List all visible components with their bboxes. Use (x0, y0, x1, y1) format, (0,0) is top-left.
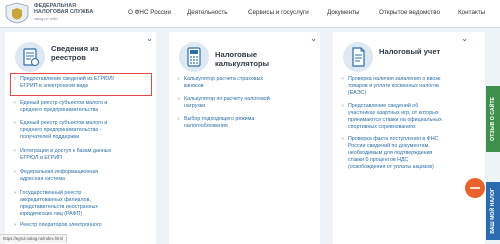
list-item[interactable]: › Интеграция и доступ к базам данных ЕГР… (14, 148, 111, 162)
item-line: среднего предпринимательства - (20, 126, 102, 133)
chevron-down-icon[interactable]: ⌄ (461, 34, 468, 43)
item-line: Реестр операторов электронного (20, 222, 102, 228)
feedback-tab-label: ОТЗЫВ О САЙТЕ (490, 97, 496, 141)
logo-title[interactable]: ФЕДЕРАЛЬНАЯ НАЛОГОВАЯ СЛУЖБА (34, 3, 124, 15)
list-item[interactable]: › Калькулятор расчета страховых взносов (178, 76, 263, 90)
item-line: Единый реестр субъектов малого и (20, 100, 108, 106)
item-line: Проверка наличия заявления о ввозе (348, 76, 441, 82)
arrow-icon: › (14, 120, 16, 126)
item-line: спортивных соревнованиях (348, 123, 416, 130)
card-title-line-1: Сведения из (51, 44, 99, 53)
card-title-line-2: реестров (51, 53, 86, 62)
item-line: необходимым для подтверждения (348, 149, 433, 156)
card-title-line-1: Налоговые (215, 50, 258, 59)
nav-documents[interactable]: Документы (327, 9, 359, 16)
item-line: ЕГРЮЛ и ЕГРИП (20, 154, 62, 161)
item-line: товаров и уплате косвенных налогов (348, 82, 439, 89)
item-line: (освобождения от уплаты акцизов) (348, 163, 434, 170)
item-line: ЕГРИП в электронном виде (20, 82, 89, 89)
chevron-down-icon[interactable]: ⌄ (310, 34, 317, 43)
item-line: Государственный реестр (20, 190, 82, 196)
item-line: среднего предпринимательства (20, 106, 99, 113)
arrow-icon: › (14, 76, 16, 82)
card-title[interactable]: Налоговый учет (379, 47, 440, 56)
list-item[interactable]: › Представление сведений об участниках а… (342, 103, 442, 131)
item-line: Предоставление сведений из ЕГРЮЛ/ (20, 76, 115, 82)
item-line: участниках азартных игр, от которых (348, 109, 439, 116)
list-item[interactable]: › Единый реестр субъектов малого и средн… (14, 120, 107, 141)
logo-line-2: НАЛОГОВАЯ СЛУЖБА (34, 9, 94, 15)
list-item[interactable]: › Выбор подходящего режима налогообложен… (178, 116, 254, 130)
card-calculators: ⌄ Налоговые калькуляторы › Калькулятор р… (169, 32, 320, 244)
item-line: получателей поддержки (20, 133, 80, 140)
nav-contacts[interactable]: Контакты (458, 9, 485, 16)
help-button[interactable] (465, 178, 485, 198)
card-title[interactable]: Налоговые калькуляторы (215, 50, 269, 68)
arrow-icon: › (178, 96, 180, 102)
list-item[interactable]: › Калькулятор по расчету налоговой нагру… (178, 96, 270, 110)
fns-emblem-icon[interactable] (3, 2, 31, 24)
item-line: налогообложения (184, 122, 228, 129)
browser-status-bar: https://egrul.nalog.ru/index.html (0, 234, 67, 243)
item-line: Проверка факта поступления в ФНС (348, 136, 439, 142)
item-line: взносов (184, 82, 204, 89)
arrow-icon: › (14, 148, 16, 154)
card-registries: ⌄ Сведения из реестров › Предоставление … (5, 32, 156, 244)
item-line: принимаются ставки на официальных (348, 116, 442, 123)
item-line: Интеграция и доступ к базам данных (20, 148, 112, 154)
feedback-tab[interactable]: ОТЗЫВ О САЙТЕ (486, 86, 500, 152)
item-line: адресная система (20, 175, 65, 182)
my-tax-tab[interactable]: ВАШ МОЙ НАЛОГ (486, 182, 500, 240)
item-line: юридических лиц (РАФП) (20, 210, 83, 217)
item-line: Выбор подходящего режима (184, 116, 255, 122)
item-line: России сведений по документам, (348, 142, 430, 149)
nav-open-agency[interactable]: Открытое ведомство (379, 9, 440, 16)
item-line: ставки 0 процентов НДС (348, 156, 409, 163)
item-line: (ЕАЭС) (348, 89, 367, 96)
item-line: представительств иностранных (20, 203, 98, 210)
list-item[interactable]: › Проверка наличия заявления о ввозе тов… (342, 76, 441, 97)
arrow-icon: › (178, 116, 180, 122)
arrow-icon: › (14, 222, 16, 228)
arrow-icon: › (342, 103, 344, 109)
list-item[interactable]: › Проверка факта поступления в ФНС Росси… (342, 136, 438, 171)
arrow-icon: › (14, 169, 16, 175)
item-line: аккредитованных филиалов, (20, 196, 91, 203)
arrow-icon: › (342, 136, 344, 142)
list-item[interactable]: › Единый реестр субъектов малого и средн… (14, 100, 107, 114)
card-title[interactable]: Сведения из реестров (51, 44, 99, 62)
nav-about[interactable]: О ФНС России (128, 9, 171, 16)
item-line: нагрузки (184, 102, 206, 109)
card-title-line-2: калькуляторы (215, 59, 270, 68)
card-tax-accounting: ⌄ Налоговый учет › Проверка наличия заяв… (333, 32, 485, 244)
nav-activity[interactable]: Деятельность (187, 9, 228, 16)
list-item[interactable]: › Предоставление сведений из ЕГРЮЛ/ ЕГРИ… (14, 76, 114, 90)
chevron-down-icon[interactable]: ⌄ (146, 34, 153, 43)
list-item[interactable]: › Федеральная информационная адресная си… (14, 169, 98, 183)
my-tax-tab-label: ВАШ МОЙ НАЛОГ (490, 188, 496, 234)
arrow-icon: › (178, 76, 180, 82)
logo-subtitle: nalog.ru/ rn50 (34, 17, 58, 21)
item-line: Федеральная информационная (20, 169, 99, 175)
item-line: Калькулятор расчета страховых (184, 76, 264, 82)
arrow-icon: › (342, 76, 344, 82)
document-icon (343, 42, 373, 72)
list-item[interactable]: › Реестр операторов электронного (14, 222, 102, 229)
nav-services[interactable]: Сервисы и госуслуги (248, 9, 309, 16)
calculator-icon (179, 42, 209, 72)
chat-icon (470, 187, 480, 189)
list-item[interactable]: › Государственный реестр аккредитованных… (14, 190, 98, 218)
item-line: Единый реестр субъектов малого и (20, 120, 108, 126)
item-line: Калькулятор по расчету налоговой (184, 96, 270, 102)
registry-icon (15, 42, 45, 72)
item-line: Представление сведений об (348, 103, 419, 109)
arrow-icon: › (14, 190, 16, 196)
arrow-icon: › (14, 100, 16, 106)
site-header: ФЕДЕРАЛЬНАЯ НАЛОГОВАЯ СЛУЖБА nalog.ru/ r… (0, 0, 500, 28)
